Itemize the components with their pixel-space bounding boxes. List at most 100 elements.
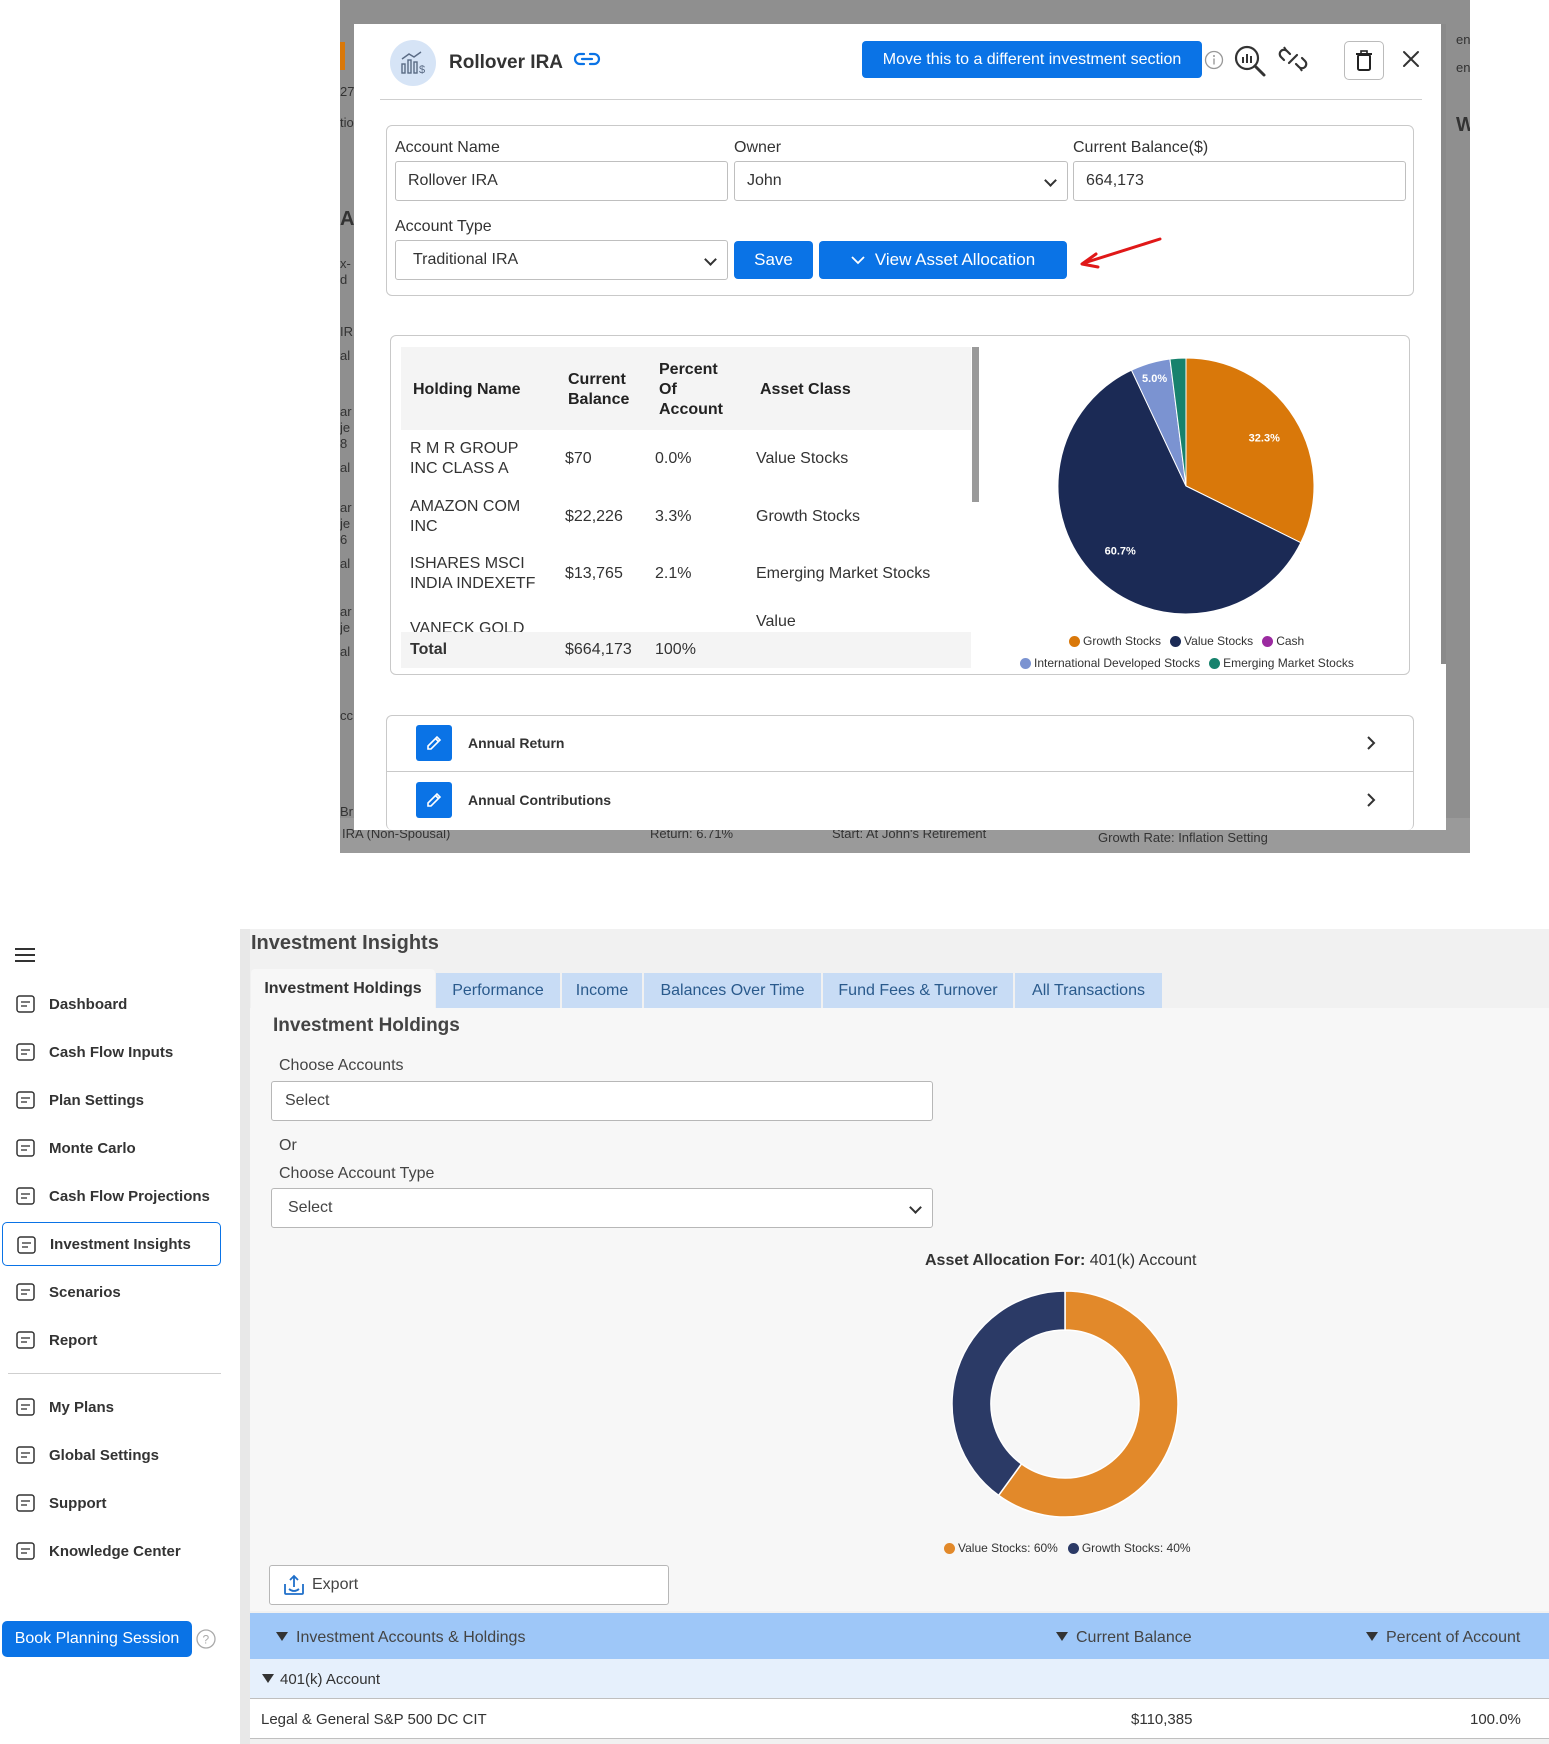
unlink-icon[interactable] [1278,44,1308,79]
close-icon[interactable] [1402,50,1420,73]
investment-chart-icon: $ [390,40,436,86]
col-percent-of-account[interactable]: Percent of Account [1366,1629,1520,1647]
group-label: 401(k) Account [262,1671,380,1688]
tab-performance[interactable]: Performance [436,973,560,1008]
chat-help-icon [14,1491,40,1515]
bg-text: je [340,516,351,531]
bg-text: x- [340,256,351,271]
sidebar-item-dashboard[interactable]: Dashboard [2,982,221,1026]
book-planning-session-button[interactable]: Book Planning Session [2,1621,192,1657]
asset-allocation-title: Asset Allocation For: 401(k) Account [925,1252,1197,1270]
bg-text: en [1456,32,1470,47]
accordion-annual-contributions[interactable]: Annual Contributions [386,772,1414,829]
magnify-chart-icon[interactable] [1233,44,1267,83]
accordion-label: Annual Contributions [468,792,612,808]
globe-icon [14,1443,40,1467]
export-label: Export [312,1576,359,1593]
pencil-icon[interactable] [416,782,452,818]
sidebar-item-global-settings[interactable]: Global Settings [2,1433,221,1477]
sort-down-icon [276,1632,288,1641]
dashboard-icon [14,992,40,1016]
owner-select[interactable]: John [734,161,1068,201]
table-row[interactable]: Legal & General S&P 500 DC CIT $110,385 … [250,1699,1549,1739]
sidebar-item-plan-settings[interactable]: Plan Settings [2,1078,221,1122]
screenshot-root: 27 tio Ac x- d IR al ar je 8 al ar je 6 … [0,0,1549,1744]
col-accounts-holdings[interactable]: Investment Accounts & Holdings [276,1629,525,1647]
sidebar-item-my-plans[interactable]: My Plans [2,1385,221,1429]
tab-fund-fees-turnover[interactable]: Fund Fees & Turnover [823,973,1013,1008]
table-scrollbar[interactable] [972,347,979,502]
export-button[interactable]: Export [269,1565,669,1605]
owner-value: John [747,172,782,189]
sidebar-item-knowledge-center[interactable]: Knowledge Center [2,1529,221,1573]
choose-account-type-label: Choose Account Type [279,1165,435,1182]
grid-group-row[interactable]: 401(k) Account [250,1659,1549,1699]
accordion-label: Annual Return [468,735,565,751]
asset-allocation-pie: 32.3% 60.7% 5.0% [1057,357,1315,615]
info-icon[interactable] [1204,50,1224,75]
sidebar-item-label: Plan Settings [49,1091,145,1109]
cash-flow-inputs-icon [14,1040,40,1064]
choose-account-type-select[interactable]: Select [271,1188,933,1228]
bg-text: je [340,420,351,435]
tab-balances-over-time[interactable]: Balances Over Time [644,973,821,1008]
save-button[interactable]: Save [734,241,813,279]
legend-item: Growth Stocks: 40% [1067,1541,1191,1555]
total-balance: $664,173 [565,641,632,658]
sidebar-item-monte-carlo[interactable]: Monte Carlo [2,1126,221,1170]
help-icon[interactable]: ? [196,1629,216,1654]
view-asset-allocation-button[interactable]: View Asset Allocation [819,241,1067,279]
holding-name-clipped: VANECK GOLD [410,622,525,632]
trash-icon[interactable] [1344,41,1384,80]
sidebar-item-label: Dashboard [49,995,128,1013]
accordion-annual-return[interactable]: Annual Return [386,715,1414,772]
or-label: Or [279,1137,297,1154]
pie-data-label: 60.7% [1105,546,1136,558]
move-section-button[interactable]: Move this to a different investment sect… [862,41,1202,78]
hamburger-menu-icon[interactable] [15,948,35,967]
chevron-down-icon [851,255,865,264]
sidebar-item-scenarios[interactable]: Scenarios [2,1270,221,1314]
bg-text: Br [340,804,353,819]
chevron-right-icon [1367,736,1376,750]
sidebar-item-cash-flow-projections[interactable]: Cash Flow Projections [2,1174,221,1218]
modal-scrollbar[interactable] [1441,24,1446,664]
col-current-balance[interactable]: Current Balance [1056,1629,1192,1647]
report-icon [14,1328,40,1352]
holding-name: INDIA INDEXETF [410,575,536,592]
sidebar-item-label: Knowledge Center [49,1542,181,1560]
sidebar-item-label: Monte Carlo [49,1139,136,1157]
collapse-icon [262,1674,274,1683]
modal-title: Rollover IRA [449,52,564,73]
sidebar-item-label: Investment Insights [50,1235,191,1253]
sidebar-item-support[interactable]: Support [2,1481,221,1525]
sidebar-item-cash-flow-inputs[interactable]: Cash Flow Inputs [2,1030,221,1074]
bg-accent [340,42,345,70]
balance-input[interactable]: 664,173 [1073,161,1406,201]
account-type-select[interactable]: Traditional IRA [395,240,728,280]
holding-balance-cell: $110,385 [1131,1711,1193,1728]
bg-text: Growth Rate: Inflation Setting [1098,830,1268,845]
sidebar-item-investment-insights[interactable]: Investment Insights [2,1222,221,1266]
owner-label: Owner [734,139,782,156]
bg-text: je [340,620,351,635]
tab-all-transactions[interactable]: All Transactions [1015,973,1162,1008]
legend-label: Value Stocks [1184,634,1254,648]
choose-accounts-input[interactable]: Select [271,1081,933,1121]
bg-text: en [1456,60,1470,75]
donut-slice-growth-stocks [951,1290,1066,1497]
bg-text: tio [340,115,354,130]
account-name-input[interactable]: Rollover IRA [395,161,728,201]
red-arrow-annotation [1078,236,1162,277]
total-label: Total [410,641,448,658]
asset-allocation-donut [951,1290,1179,1518]
tab-investment-holdings[interactable]: Investment Holdings [251,969,435,1008]
th-current-balance: Balance [568,391,630,408]
link-icon[interactable] [573,50,601,73]
wallet-icon [14,1184,40,1208]
account-name-label: Account Name [395,139,500,156]
pencil-icon[interactable] [416,725,452,761]
tab-income[interactable]: Income [562,973,642,1008]
section-title: Investment Holdings [273,1015,460,1036]
sidebar-item-report[interactable]: Report [2,1318,221,1362]
